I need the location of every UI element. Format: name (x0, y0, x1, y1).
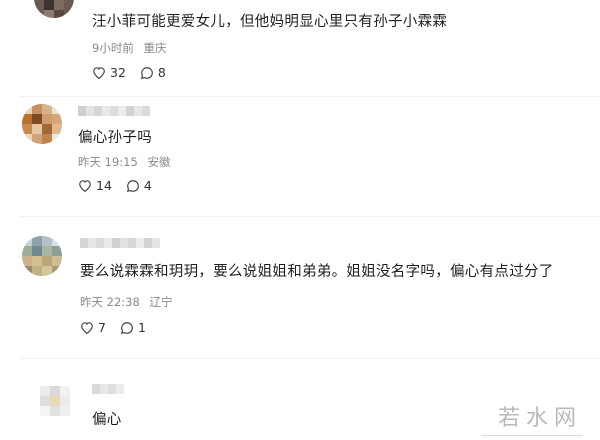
comment-3: 要么说霖霖和玥玥，要么说姐姐和弟弟。姐姐没名字吗，偏心有点过分了 昨天 22:3… (0, 216, 600, 356)
comment-bubble-icon (126, 179, 139, 192)
username[interactable] (80, 238, 160, 248)
like-count: 7 (98, 320, 106, 335)
like-button[interactable]: 7 (80, 320, 106, 335)
comment-location: 安徽 (147, 155, 171, 169)
watermark-text: 若水网 (497, 406, 582, 431)
comment-time: 昨天 22:38 (80, 295, 140, 309)
comment-text: 偏心 (92, 412, 122, 428)
avatar[interactable] (40, 386, 70, 416)
reply-button[interactable]: 4 (126, 178, 152, 193)
comment-location: 辽宁 (149, 295, 173, 309)
like-count: 14 (96, 178, 112, 193)
avatar[interactable] (34, 0, 74, 18)
comment-time: 9小时前 (92, 41, 134, 55)
comment-text: 偏心孙子吗 (78, 130, 152, 146)
comment-bubble-icon (140, 66, 153, 79)
comment-text: 汪小菲可能更爱女儿，但他妈明显心里只有孙子小霖霖 (92, 14, 448, 30)
comment-actions: 7 1 (80, 320, 160, 335)
comment-text: 要么说霖霖和玥玥，要么说姐姐和弟弟。姐姐没名字吗，偏心有点过分了 (80, 264, 554, 280)
avatar[interactable] (22, 236, 62, 276)
reply-count: 4 (143, 178, 152, 193)
comment-2: 偏心孙子吗 昨天 19:15 安徽 14 4 (0, 96, 600, 216)
reply-button[interactable]: 8 (140, 65, 166, 80)
comment-time: 昨天 19:15 (78, 155, 138, 169)
watermark-underline (482, 435, 582, 436)
comment-meta: 9小时前 重庆 (92, 40, 166, 56)
comment-bubble-icon (120, 321, 133, 334)
comment-actions: 32 8 (92, 65, 180, 80)
like-button[interactable]: 14 (78, 178, 112, 193)
reply-count: 1 (137, 320, 146, 335)
heart-icon (81, 322, 93, 334)
like-button[interactable]: 32 (92, 65, 126, 80)
reply-button[interactable]: 1 (120, 320, 146, 335)
avatar[interactable] (22, 104, 62, 144)
comment-meta: 昨天 22:38 辽宁 (80, 294, 172, 310)
heart-icon (79, 180, 91, 192)
comment-meta: 昨天 19:15 安徽 (78, 154, 170, 170)
like-count: 32 (110, 65, 126, 80)
comment-actions: 14 4 (78, 178, 166, 193)
username[interactable] (78, 106, 150, 116)
heart-icon (93, 67, 105, 79)
comment-1: 汪小菲可能更爱女儿，但他妈明显心里只有孙子小霖霖 9小时前 重庆 32 8 (0, 0, 600, 95)
reply-count: 8 (157, 65, 166, 80)
username[interactable] (92, 384, 124, 394)
comment-location: 重庆 (143, 41, 167, 55)
